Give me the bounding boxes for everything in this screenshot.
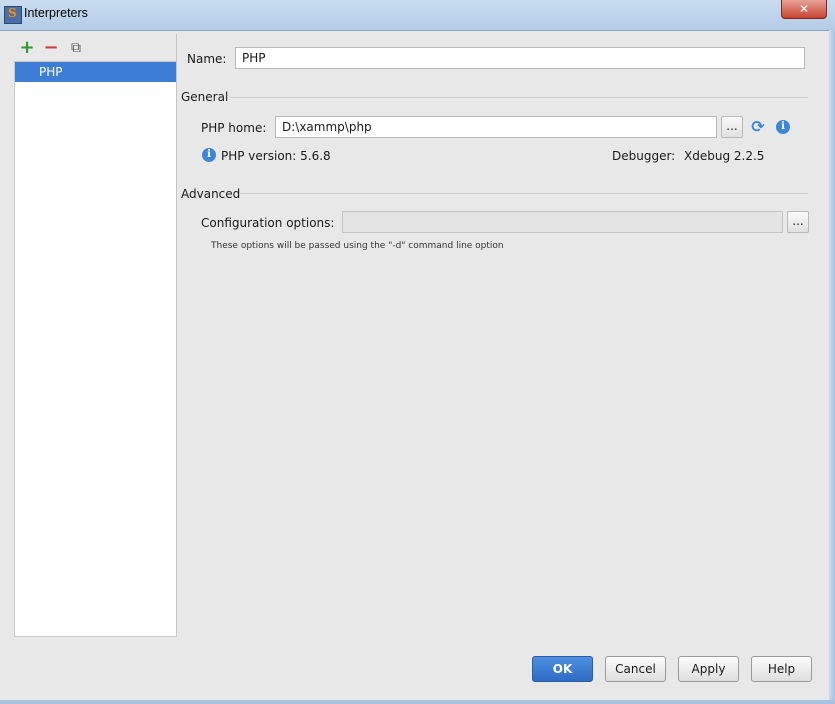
general-section-title: General <box>181 90 229 104</box>
php-version-info-icon: i <box>202 148 216 162</box>
config-options-field[interactable] <box>342 211 783 233</box>
remove-interpreter-button[interactable]: − <box>43 39 59 57</box>
window-bottom-border <box>0 700 835 704</box>
title-bar: Interpreters ✕ <box>0 0 835 31</box>
help-button[interactable]: Help <box>751 656 812 682</box>
close-button[interactable]: ✕ <box>781 0 827 19</box>
window-right-border <box>829 30 835 704</box>
window-title: Interpreters <box>24 6 88 20</box>
php-version-text: PHP version: 5.6.8 <box>221 149 331 163</box>
name-field[interactable]: PHP <box>235 47 805 69</box>
debugger-value: Xdebug 2.2.5 <box>684 149 765 163</box>
apply-button[interactable]: Apply <box>678 656 739 682</box>
general-section-divider <box>230 97 808 98</box>
config-options-browse-button[interactable]: ... <box>787 211 809 233</box>
reload-icon[interactable]: ⟳ <box>750 119 766 135</box>
copy-interpreter-button[interactable]: ⧉ <box>68 40 84 56</box>
php-home-label: PHP home: <box>201 121 267 135</box>
config-options-hint: These options will be passed using the "… <box>211 241 504 251</box>
splitter[interactable] <box>176 34 177 636</box>
debugger-label: Debugger: <box>612 149 676 163</box>
php-home-info-icon[interactable]: i <box>776 120 790 134</box>
ok-button[interactable]: OK <box>532 656 593 682</box>
config-options-label: Configuration options: <box>201 216 335 230</box>
add-interpreter-button[interactable]: + <box>19 39 35 57</box>
interpreter-list-item-php[interactable]: PHP <box>15 62 176 82</box>
cancel-button[interactable]: Cancel <box>605 656 666 682</box>
php-app-icon <box>4 6 22 24</box>
advanced-section-divider <box>240 193 808 194</box>
interpreter-list[interactable]: PHP <box>14 61 177 637</box>
advanced-section-title: Advanced <box>181 187 241 201</box>
php-home-field[interactable]: D:\xammp\php <box>275 116 717 138</box>
php-home-browse-button[interactable]: ... <box>721 116 743 138</box>
name-label: Name: <box>187 52 227 66</box>
